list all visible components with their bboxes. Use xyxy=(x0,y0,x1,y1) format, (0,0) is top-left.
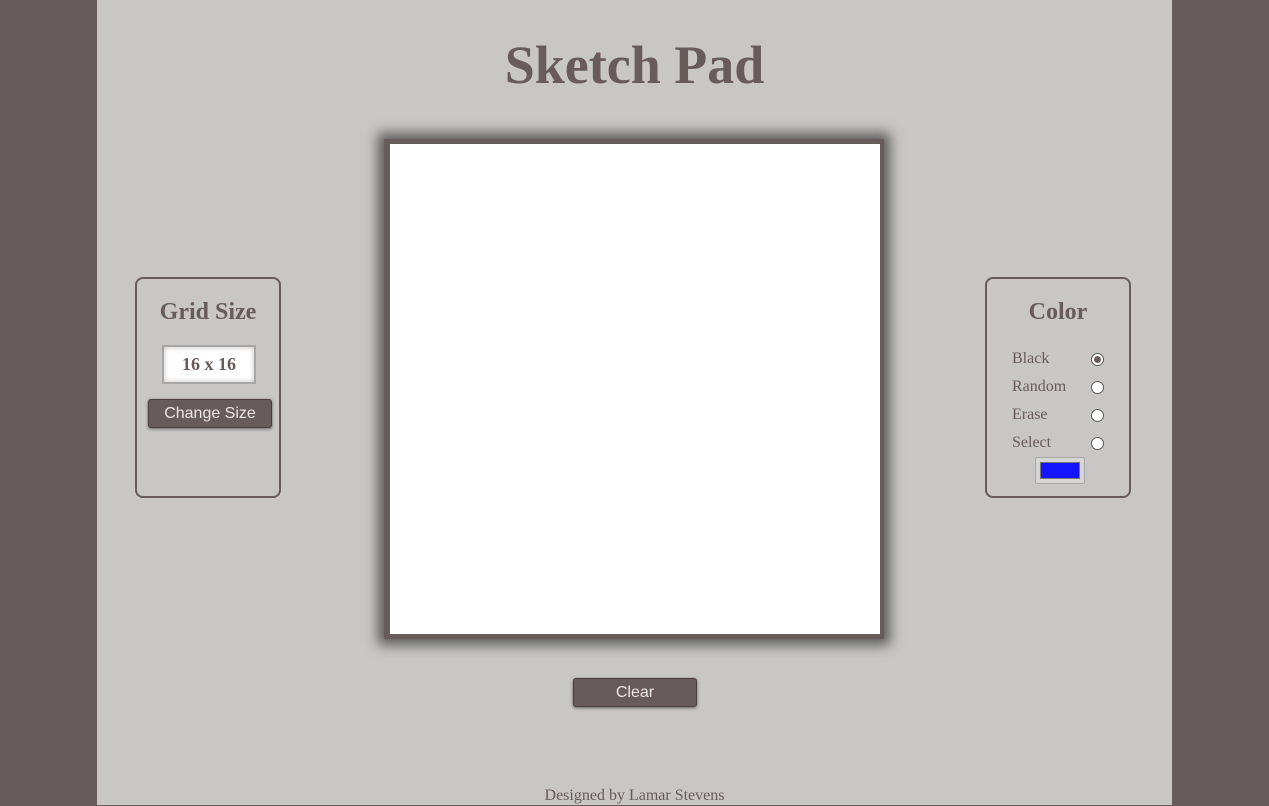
clear-button[interactable]: Clear xyxy=(573,678,697,707)
color-option-label: Random xyxy=(1012,378,1067,395)
random-radio[interactable] xyxy=(1091,381,1104,394)
sketch-canvas-frame xyxy=(384,139,884,639)
select-radio[interactable] xyxy=(1091,437,1104,450)
color-option-erase[interactable]: Erase xyxy=(1012,405,1108,427)
grid-size-input[interactable] xyxy=(162,345,256,384)
color-option-select[interactable]: Select xyxy=(1012,433,1108,455)
color-title: Color xyxy=(1028,299,1088,325)
page-title: Sketch Pad xyxy=(504,35,765,95)
sketch-canvas[interactable] xyxy=(390,144,880,634)
grid-size-panel: Grid Size Change Size xyxy=(135,277,281,498)
page-container: Sketch Pad Grid Size Change Size Color B… xyxy=(97,0,1172,805)
color-option-random[interactable]: Random xyxy=(1012,377,1108,399)
black-radio[interactable] xyxy=(1091,353,1104,366)
change-size-button[interactable]: Change Size xyxy=(148,399,272,428)
color-panel: Color Black Random Erase Select xyxy=(985,277,1131,498)
color-picker[interactable] xyxy=(1035,457,1085,484)
color-option-label: Erase xyxy=(1012,406,1048,423)
grid-size-title: Grid Size xyxy=(159,299,257,325)
footer-credit: Designed by Lamar Stevens xyxy=(544,787,725,804)
color-option-label: Black xyxy=(1012,350,1050,367)
color-option-label: Select xyxy=(1012,434,1052,451)
erase-radio[interactable] xyxy=(1091,409,1104,422)
color-swatch xyxy=(1040,462,1080,479)
color-option-black[interactable]: Black xyxy=(1012,349,1108,371)
